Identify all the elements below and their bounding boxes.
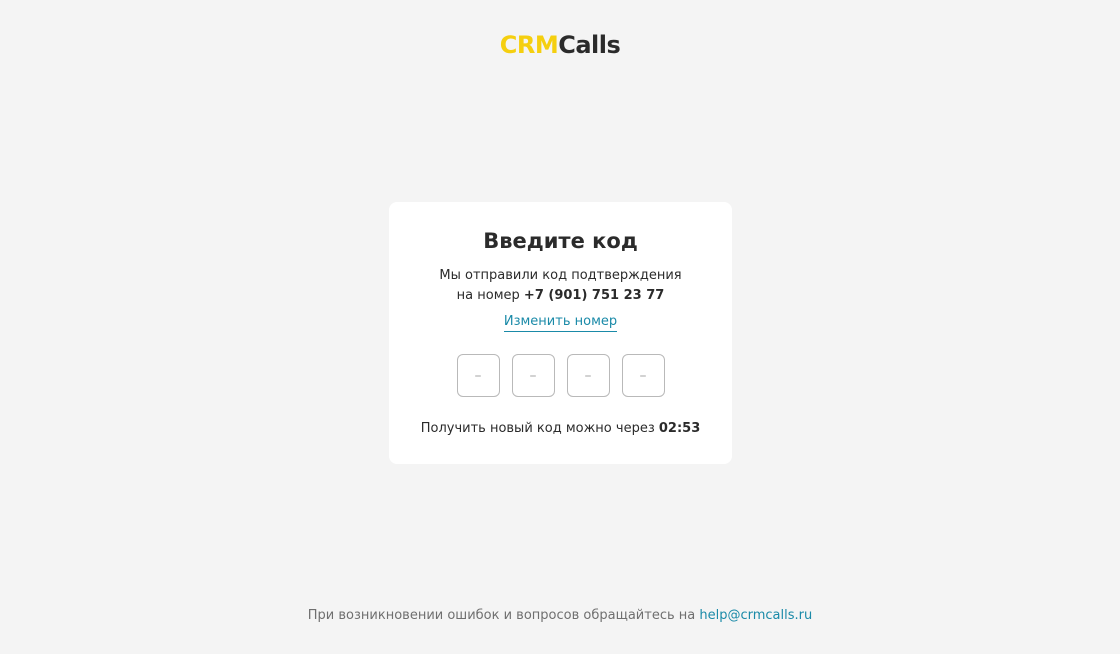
description: Мы отправили код подтверждения на номер … xyxy=(389,266,732,306)
change-number-link[interactable]: Изменить номер xyxy=(503,313,618,332)
logo: CRMCalls xyxy=(0,30,1120,60)
code-input-group xyxy=(389,354,732,397)
code-digit-2[interactable] xyxy=(511,354,555,397)
code-digit-3[interactable] xyxy=(566,354,610,397)
phone-number: +7 (901) 751 23 77 xyxy=(523,288,665,303)
support-email-link[interactable]: help@crmcalls.ru xyxy=(699,608,812,623)
code-digit-4[interactable] xyxy=(621,354,665,397)
resend-text: Получить новый код можно через xyxy=(420,421,655,436)
description-line2: на номер +7 (901) 751 23 77 xyxy=(389,286,732,306)
footer: При возникновении ошибок и вопросов обра… xyxy=(0,607,1120,625)
logo-crm: CRM xyxy=(499,31,559,59)
resend-timer: 02:53 xyxy=(658,421,701,436)
page-title: Введите код xyxy=(483,229,638,253)
logo-calls: Calls xyxy=(558,31,621,59)
description-line1: Мы отправили код подтверждения xyxy=(439,268,682,283)
resend-info: Получить новый код можно через 02:53 xyxy=(389,420,732,438)
footer-text: При возникновении ошибок и вопросов обра… xyxy=(307,608,696,623)
code-digit-1[interactable] xyxy=(456,354,500,397)
code-card: Введите код Мы отправили код подтвержден… xyxy=(389,202,732,464)
description-prefix: на номер xyxy=(456,288,520,303)
